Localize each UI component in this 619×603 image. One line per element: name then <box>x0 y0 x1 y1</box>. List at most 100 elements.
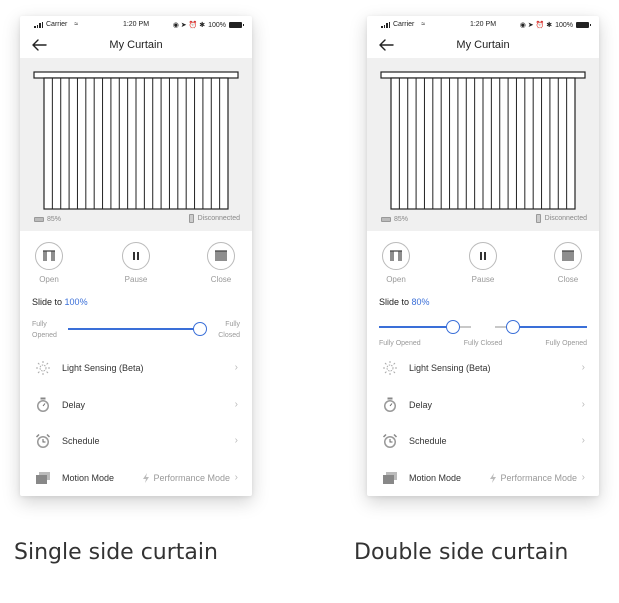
layers-icon <box>36 472 50 484</box>
pause-label: Pause <box>124 275 148 284</box>
dual-position-slider: Fully Opened Fully Closed Fully Opened <box>367 316 599 347</box>
battery-percent: 100% <box>555 21 573 29</box>
left-slider-track[interactable] <box>379 326 453 328</box>
device-battery: 85% <box>381 216 408 223</box>
slide-value: 80% <box>411 297 430 307</box>
curtain-preview: 85% Disconnected <box>20 58 252 231</box>
alarm-clock-icon <box>35 433 51 448</box>
fully-opened-line2: Opened <box>32 332 57 339</box>
motion-mode-value-text: Performance Mode <box>153 473 230 483</box>
curtain-close-icon <box>562 250 574 261</box>
sun-icon <box>36 361 50 375</box>
phone-screen-double: Carrier ≈ 1:20 PM ◉ ➤ ⏰ ✱ 100% My Curtai… <box>367 16 599 496</box>
close-button[interactable]: Close <box>196 242 246 284</box>
status-icons: ◉ ➤ ⏰ ✱ <box>172 22 206 29</box>
battery-icon <box>576 22 591 28</box>
connection-status: Disconnected <box>188 214 240 223</box>
slide-to-label: Slide to 80% <box>379 297 430 307</box>
fully-opened-line1: Fully <box>32 321 47 328</box>
phone-icon <box>188 214 194 223</box>
sun-icon <box>383 361 397 375</box>
phone-screen-single: Carrier ≈ 1:20 PM ◉ ➤ ⏰ ✱ 100% My Curtai… <box>20 16 252 496</box>
menu-light-sensing[interactable]: Light Sensing (Beta) › <box>20 351 252 387</box>
menu-delay[interactable]: Delay › <box>20 388 252 424</box>
close-label: Close <box>210 275 232 284</box>
alarm-clock-icon <box>382 433 398 448</box>
menu-schedule[interactable]: Schedule › <box>20 424 252 460</box>
slide-prefix: Slide to <box>379 297 410 307</box>
curtain-rod <box>380 71 586 79</box>
open-label: Open <box>39 275 59 284</box>
curtain-preview: 85% Disconnected <box>367 58 599 231</box>
motion-mode-value-text: Performance Mode <box>500 473 577 483</box>
device-battery-icon <box>381 217 391 222</box>
chevron-right-icon: › <box>234 472 238 483</box>
phone-icon <box>535 214 541 223</box>
motion-mode-label: Motion Mode <box>62 473 115 483</box>
stopwatch-icon <box>37 397 49 412</box>
close-label: Close <box>557 275 579 284</box>
curtain-rod <box>33 71 239 79</box>
chevron-right-icon: › <box>234 362 238 373</box>
slide-value: 100% <box>64 297 88 307</box>
chevron-right-icon: › <box>581 362 585 373</box>
curtain-illustration <box>33 71 239 210</box>
connection-status: Disconnected <box>535 214 587 223</box>
pause-icon <box>133 252 139 260</box>
caption-single-side: Single side curtain <box>14 540 218 565</box>
chevron-right-icon: › <box>581 435 585 446</box>
curtain-open-icon <box>43 250 55 261</box>
layers-icon <box>383 472 397 484</box>
right-slider-track[interactable] <box>513 326 587 328</box>
device-battery-value: 85% <box>47 216 62 223</box>
open-button[interactable]: Open <box>371 242 421 284</box>
device-battery-value: 85% <box>394 216 409 223</box>
slider-thumb[interactable] <box>193 322 207 336</box>
curtain-open-icon <box>390 250 402 261</box>
motion-mode-value: Performance Mode <box>143 473 230 483</box>
slider-track[interactable] <box>68 328 200 330</box>
status-bar: Carrier ≈ 1:20 PM ◉ ➤ ⏰ ✱ 100% <box>367 16 599 34</box>
delay-label: Delay <box>62 400 86 410</box>
fully-closed-label: Fully Closed <box>218 319 240 341</box>
status-icons: ◉ ➤ ⏰ ✱ <box>519 22 553 29</box>
chevron-right-icon: › <box>581 472 585 483</box>
status-bar: Carrier ≈ 1:20 PM ◉ ➤ ⏰ ✱ 100% <box>20 16 252 34</box>
battery-percent: 100% <box>208 21 226 29</box>
motion-mode-label: Motion Mode <box>409 473 462 483</box>
device-battery-icon <box>34 217 44 222</box>
right-fully-opened-label: Fully Opened <box>545 340 587 347</box>
slide-to-label: Slide to 100% <box>32 297 88 307</box>
pause-button[interactable]: Pause <box>458 242 508 284</box>
control-buttons: Open Pause Close <box>367 242 599 292</box>
menu-light-sensing[interactable]: Light Sensing (Beta) › <box>367 351 599 387</box>
light-sensing-label: Light Sensing (Beta) <box>409 363 491 373</box>
light-sensing-label: Light Sensing (Beta) <box>62 363 144 373</box>
delay-label: Delay <box>409 400 433 410</box>
slide-prefix: Slide to <box>32 297 63 307</box>
schedule-label: Schedule <box>62 436 100 446</box>
nav-bar: My Curtain <box>367 34 599 58</box>
lightning-icon <box>490 473 497 483</box>
chevron-right-icon: › <box>234 435 238 446</box>
pause-button[interactable]: Pause <box>111 242 161 284</box>
right-slider-thumb[interactable] <box>506 320 521 334</box>
curtain-close-icon <box>215 250 227 261</box>
connection-status-text: Disconnected <box>197 215 240 222</box>
caption-double-side: Double side curtain <box>354 540 569 565</box>
schedule-label: Schedule <box>409 436 447 446</box>
chevron-right-icon: › <box>234 399 238 410</box>
menu-delay[interactable]: Delay › <box>367 388 599 424</box>
menu-motion-mode[interactable]: Motion Mode Performance Mode › <box>20 461 252 496</box>
close-button[interactable]: Close <box>543 242 593 284</box>
left-slider-thumb[interactable] <box>445 320 460 334</box>
menu-motion-mode[interactable]: Motion Mode Performance Mode › <box>367 461 599 496</box>
menu-schedule[interactable]: Schedule › <box>367 424 599 460</box>
device-battery: 85% <box>34 216 61 223</box>
page-title: My Curtain <box>456 39 510 51</box>
chevron-right-icon: › <box>581 399 585 410</box>
nav-bar: My Curtain <box>20 34 252 58</box>
fully-opened-label: Fully Opened <box>32 319 57 341</box>
open-button[interactable]: Open <box>24 242 74 284</box>
motion-mode-value: Performance Mode <box>490 473 577 483</box>
